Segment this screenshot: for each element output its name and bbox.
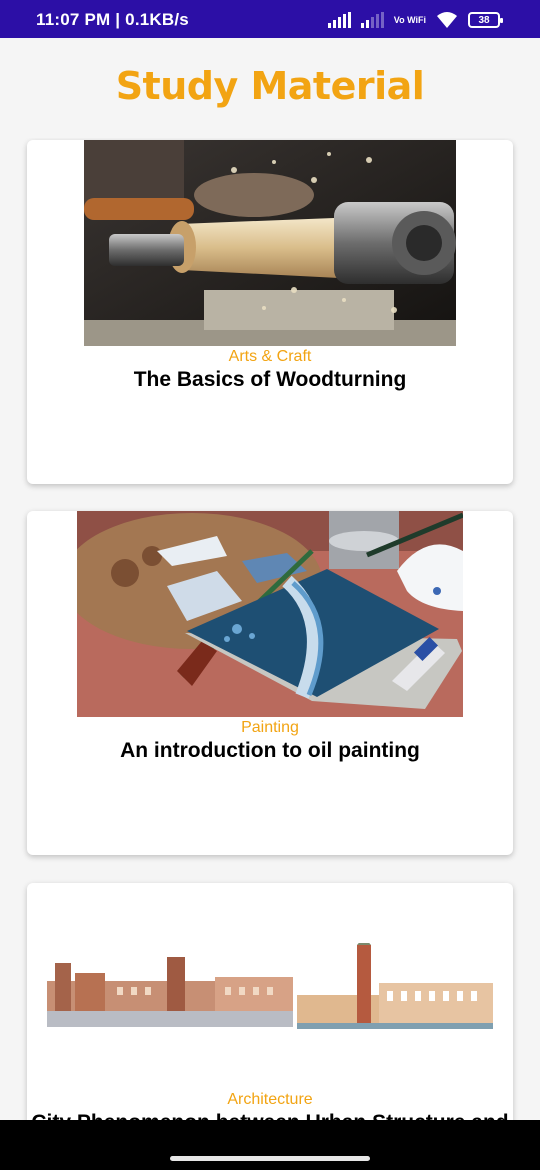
page-title: Study Material xyxy=(115,64,425,108)
course-category: Arts & Craft xyxy=(228,348,312,365)
course-category: Architecture xyxy=(227,1091,313,1108)
status-bar: 11:07 PM | 0.1KB/s Vo WiFi 38 xyxy=(0,0,540,38)
battery-icon: 38 xyxy=(468,12,503,28)
vowifi-icon: Vo WiFi xyxy=(393,14,426,25)
signal-strength-secondary-icon xyxy=(360,12,384,28)
course-image-woodturning xyxy=(84,140,456,346)
course-title[interactable]: City Phenomenon between Urban Structure … xyxy=(27,1111,513,1120)
signal-strength-icon xyxy=(327,12,351,28)
course-card[interactable]: Painting An introduction to oil painting xyxy=(27,511,513,855)
course-image-architecture xyxy=(47,943,493,1033)
status-icons: Vo WiFi 38 xyxy=(327,9,503,31)
course-card[interactable]: Arts & Craft The Basics of Woodturning xyxy=(27,140,513,484)
home-indicator[interactable] xyxy=(170,1156,370,1161)
course-image-oil-painting xyxy=(77,511,463,717)
status-time: 11:07 PM | 0.1KB/s xyxy=(36,10,189,29)
gesture-nav-bar xyxy=(0,1120,540,1170)
course-title[interactable]: An introduction to oil painting xyxy=(27,739,513,763)
battery-level: 38 xyxy=(478,14,490,26)
course-category: Painting xyxy=(241,719,299,736)
wifi-icon xyxy=(437,12,457,28)
course-title[interactable]: The Basics of Woodturning xyxy=(27,368,513,392)
course-list[interactable]: Arts & Craft The Basics of Woodturning P… xyxy=(0,138,540,1120)
course-card[interactable]: Architecture City Phenomenon between Urb… xyxy=(27,883,513,1120)
